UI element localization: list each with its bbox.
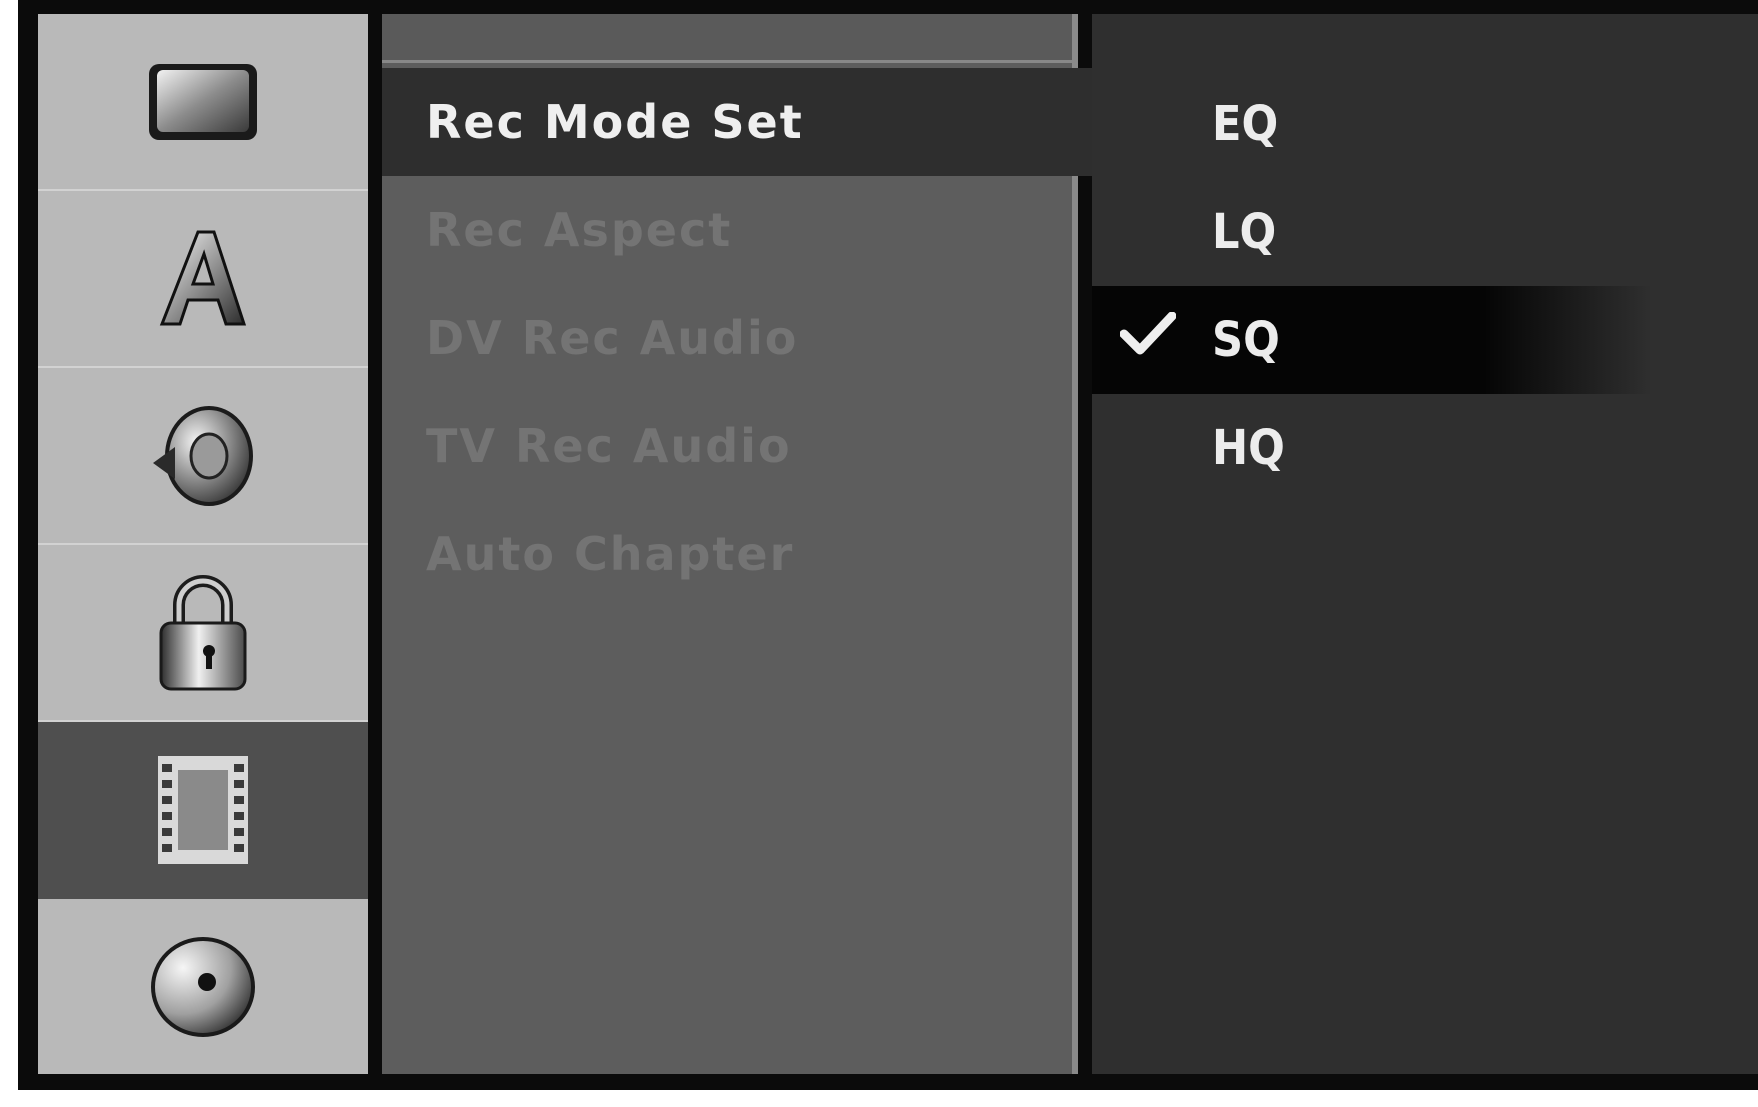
checkmark-icon [1119, 311, 1177, 368]
option-eq[interactable]: EQ [1092, 70, 1758, 178]
menu-item-label: Rec Mode Set [426, 95, 804, 149]
language-a-icon [148, 224, 258, 334]
option-label: EQ [1212, 96, 1279, 152]
menu-item-label: Auto Chapter [426, 527, 795, 581]
sidebar-item-disc[interactable] [38, 899, 368, 1074]
tv-screen-icon [143, 54, 263, 150]
menu-header-bar [382, 14, 1072, 63]
setup-menu-screen: Rec Mode Set Rec Aspect DV Rec Audio TV … [18, 0, 1758, 1090]
menu-item-label: TV Rec Audio [426, 419, 792, 473]
option-label: HQ [1212, 420, 1285, 476]
menu-item-label: DV Rec Audio [426, 311, 799, 365]
menu-item-rec-mode-set[interactable]: Rec Mode Set [382, 68, 1112, 176]
padlock-icon [153, 571, 253, 695]
option-sq[interactable]: SQ [1092, 286, 1652, 394]
menu-item-rec-aspect[interactable]: Rec Aspect [382, 176, 1072, 284]
option-lq[interactable]: LQ [1092, 178, 1758, 286]
sidebar-item-lock[interactable] [38, 545, 368, 722]
option-hq[interactable]: HQ [1092, 394, 1758, 502]
option-label: LQ [1212, 204, 1277, 260]
menu-item-tv-rec-audio[interactable]: TV Rec Audio [382, 392, 1072, 500]
menu-item-label: Rec Aspect [426, 203, 733, 257]
sidebar-item-display[interactable] [38, 14, 368, 191]
category-sidebar [38, 14, 368, 1074]
sidebar-item-language[interactable] [38, 191, 368, 368]
sidebar-item-recording[interactable] [38, 722, 368, 899]
options-panel: EQ LQ SQ HQ [1092, 14, 1758, 1074]
speaker-icon [143, 401, 263, 511]
settings-menu-list: Rec Mode Set Rec Aspect DV Rec Audio TV … [382, 68, 1112, 608]
rec-mode-options: EQ LQ SQ HQ [1092, 70, 1758, 502]
sidebar-item-audio[interactable] [38, 368, 368, 545]
disc-icon [143, 932, 263, 1042]
settings-menu-panel: Rec Mode Set Rec Aspect DV Rec Audio TV … [382, 14, 1112, 1074]
film-strip-icon [148, 750, 258, 870]
menu-item-dv-rec-audio[interactable]: DV Rec Audio [382, 284, 1072, 392]
option-label: SQ [1212, 312, 1280, 368]
menu-item-auto-chapter[interactable]: Auto Chapter [382, 500, 1072, 608]
